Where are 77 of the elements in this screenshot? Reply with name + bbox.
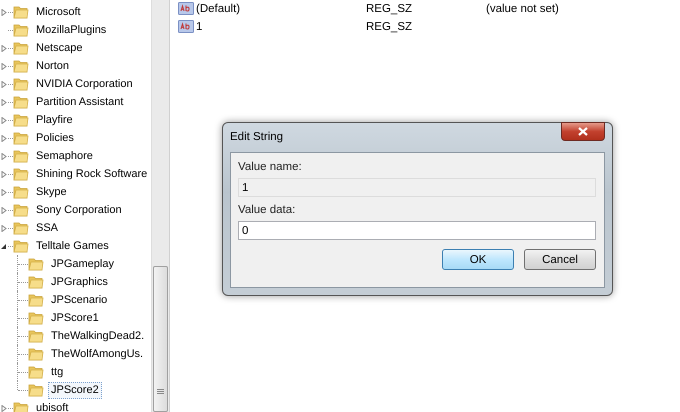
folder-icon: [13, 166, 29, 182]
tree-item[interactable]: JPGraphics: [48, 274, 111, 290]
folder-icon: [13, 112, 29, 128]
folder-icon: [28, 364, 44, 380]
folder-icon: [13, 238, 29, 254]
tree-item[interactable]: Sony Corporation: [33, 202, 125, 218]
tree-item[interactable]: Norton: [33, 58, 72, 74]
value-name: (Default): [196, 3, 242, 15]
folder-icon: [28, 310, 44, 326]
value-type: REG_SZ: [366, 3, 414, 15]
folder-icon: [28, 256, 44, 272]
tree-item[interactable]: JPScore1: [48, 310, 102, 326]
collapsed-arrow-icon[interactable]: [1, 404, 7, 412]
scrollbar-thumb[interactable]: [153, 266, 168, 412]
tree-item[interactable]: Semaphore: [33, 148, 96, 164]
folder-icon: [13, 184, 29, 200]
tree-item[interactable]: Partition Assistant: [33, 94, 126, 110]
folder-icon: [13, 130, 29, 146]
collapsed-arrow-icon[interactable]: [1, 188, 7, 196]
input-field[interactable]: 0: [238, 221, 596, 240]
folder-icon: [13, 4, 29, 20]
folder-icon: [13, 58, 29, 74]
string-value-icon: [178, 20, 194, 34]
collapsed-arrow-icon[interactable]: [1, 98, 7, 106]
tree-item[interactable]: Shining Rock Software: [33, 166, 150, 182]
collapsed-arrow-icon[interactable]: [1, 8, 7, 16]
collapsed-arrow-icon[interactable]: [1, 152, 7, 160]
tree-item[interactable]: Netscape: [33, 40, 86, 56]
collapsed-arrow-icon[interactable]: [1, 134, 7, 142]
folder-icon: [28, 382, 44, 398]
field-label: Value data:: [238, 204, 296, 216]
tree-item[interactable]: Telltale Games: [33, 238, 112, 254]
tree-item[interactable]: ubisoft: [33, 400, 72, 412]
folder-icon: [13, 148, 29, 164]
folder-icon: [13, 76, 29, 92]
folder-icon: [28, 346, 44, 362]
tree-item[interactable]: Skype: [33, 184, 70, 200]
dialog-title: Edit String: [230, 131, 284, 143]
tree-item[interactable]: TheWalkingDead2.: [48, 328, 148, 344]
tree-item[interactable]: SSA: [33, 220, 62, 236]
tree-item[interactable]: JPScore2: [48, 382, 102, 398]
tree-item[interactable]: Microsoft: [33, 4, 84, 20]
collapsed-arrow-icon[interactable]: [1, 44, 7, 52]
close-icon: [578, 127, 588, 136]
tree-item[interactable]: JPScenario: [48, 292, 110, 308]
folder-icon: [28, 292, 44, 308]
close-button[interactable]: [561, 122, 605, 141]
dialog-button[interactable]: Cancel: [524, 249, 596, 270]
value-type: REG_SZ: [366, 21, 414, 33]
tree-item[interactable]: ttg: [48, 364, 66, 380]
collapsed-arrow-icon[interactable]: [1, 224, 7, 232]
scrollbar[interactable]: [151, 0, 169, 412]
tree-item[interactable]: MozillaPlugins: [33, 22, 110, 38]
folder-icon: [13, 202, 29, 218]
collapsed-arrow-icon[interactable]: [1, 80, 7, 88]
tree-item[interactable]: NVIDIA Corporation: [33, 76, 136, 92]
folder-icon: [13, 22, 29, 38]
value-data: (value not set): [486, 3, 559, 15]
folder-icon: [13, 94, 29, 110]
expanded-arrow-icon[interactable]: [1, 242, 7, 250]
tree-item[interactable]: Policies: [33, 130, 77, 146]
tree-item[interactable]: Playfire: [33, 112, 76, 128]
folder-icon: [13, 220, 29, 236]
tree-item[interactable]: TheWolfAmongUs.: [48, 346, 146, 362]
dialog-button[interactable]: OK: [442, 249, 514, 270]
collapsed-arrow-icon[interactable]: [1, 62, 7, 70]
folder-icon: [28, 274, 44, 290]
collapsed-arrow-icon[interactable]: [1, 116, 7, 124]
value-name: 1: [196, 21, 204, 33]
folder-icon: [13, 40, 29, 56]
folder-icon: [13, 400, 29, 412]
collapsed-arrow-icon[interactable]: [1, 170, 7, 178]
string-value-icon: [178, 2, 194, 16]
tree-item[interactable]: JPGameplay: [48, 256, 117, 272]
field-label: Value name:: [238, 161, 303, 173]
folder-icon: [28, 328, 44, 344]
collapsed-arrow-icon[interactable]: [1, 206, 7, 214]
